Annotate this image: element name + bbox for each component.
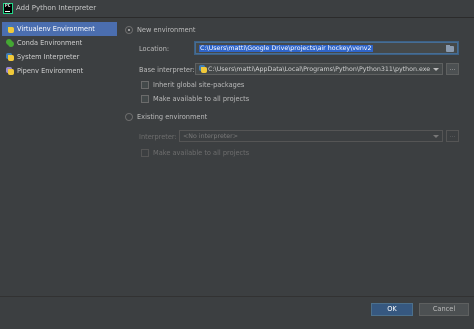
existing-environment-radio[interactable]: Existing environment	[125, 113, 207, 121]
sidebar-item-conda[interactable]: Conda Environment	[2, 36, 117, 50]
cancel-button[interactable]: Cancel	[419, 303, 469, 316]
checkbox-box	[141, 81, 149, 89]
inherit-packages-checkbox[interactable]: Inherit global site-packages	[141, 81, 244, 89]
existing-make-available-label: Make available to all projects	[153, 149, 250, 157]
interpreter-value: <No interpreter>	[183, 132, 239, 140]
radio-unchecked-icon	[125, 113, 133, 121]
location-value: C:\Users\matti\Google Drive\projects\air…	[199, 44, 373, 52]
inherit-packages-label: Inherit global site-packages	[153, 81, 245, 89]
sidebar-item-label: Conda Environment	[17, 39, 83, 47]
sidebar-item-label: System Interpreter	[17, 53, 80, 61]
python-icon	[6, 53, 14, 61]
interpreter-label: Interpreter:	[139, 133, 177, 141]
interpreter-browse-button[interactable]: ...	[446, 130, 459, 142]
make-available-label: Make available to all projects	[153, 95, 250, 103]
base-interpreter-select[interactable]: C:\Users\matti\AppData\Local\Programs\Py…	[195, 63, 443, 75]
location-input[interactable]: C:\Users\matti\Google Drive\projects\air…	[195, 42, 458, 54]
window-title: Add Python Interpreter	[16, 4, 97, 12]
make-available-checkbox[interactable]: Make available to all projects	[141, 95, 249, 103]
ok-button[interactable]: OK	[371, 303, 413, 316]
new-environment-label: New environment	[137, 26, 196, 34]
environment-type-list: Virtualenv Environment Conda Environment…	[2, 22, 117, 78]
python-icon	[6, 25, 14, 33]
python-icon	[199, 65, 207, 73]
conda-icon	[6, 39, 14, 47]
sidebar-item-label: Pipenv Environment	[17, 67, 84, 75]
chevron-down-icon	[433, 68, 439, 71]
sidebar-item-label: Virtualenv Environment	[17, 25, 95, 33]
chevron-down-icon	[433, 135, 439, 138]
base-interpreter-value: C:\Users\matti\AppData\Local\Programs\Py…	[208, 65, 431, 73]
existing-make-available-checkbox[interactable]: Make available to all projects	[141, 149, 249, 157]
sidebar-item-pipenv[interactable]: Pipenv Environment	[2, 64, 117, 78]
sidebar-item-system[interactable]: System Interpreter	[2, 50, 117, 64]
sidebar-item-virtualenv[interactable]: Virtualenv Environment	[2, 22, 117, 36]
base-interpreter-browse-button[interactable]: ...	[446, 63, 459, 75]
checkbox-box	[141, 95, 149, 103]
existing-environment-label: Existing environment	[137, 113, 208, 121]
folder-icon[interactable]	[446, 45, 454, 52]
base-interpreter-label: Base interpreter:	[139, 66, 195, 74]
location-label: Location:	[139, 45, 170, 53]
footer-divider	[0, 296, 474, 297]
interpreter-select[interactable]: <No interpreter>	[179, 130, 443, 142]
title-bar: PC Add Python Interpreter	[0, 0, 474, 18]
pycharm-logo-icon: PC	[3, 3, 13, 14]
new-environment-radio[interactable]: New environment	[125, 26, 195, 34]
radio-checked-icon	[125, 26, 133, 34]
checkbox-box	[141, 149, 149, 157]
pipenv-icon	[6, 67, 14, 75]
